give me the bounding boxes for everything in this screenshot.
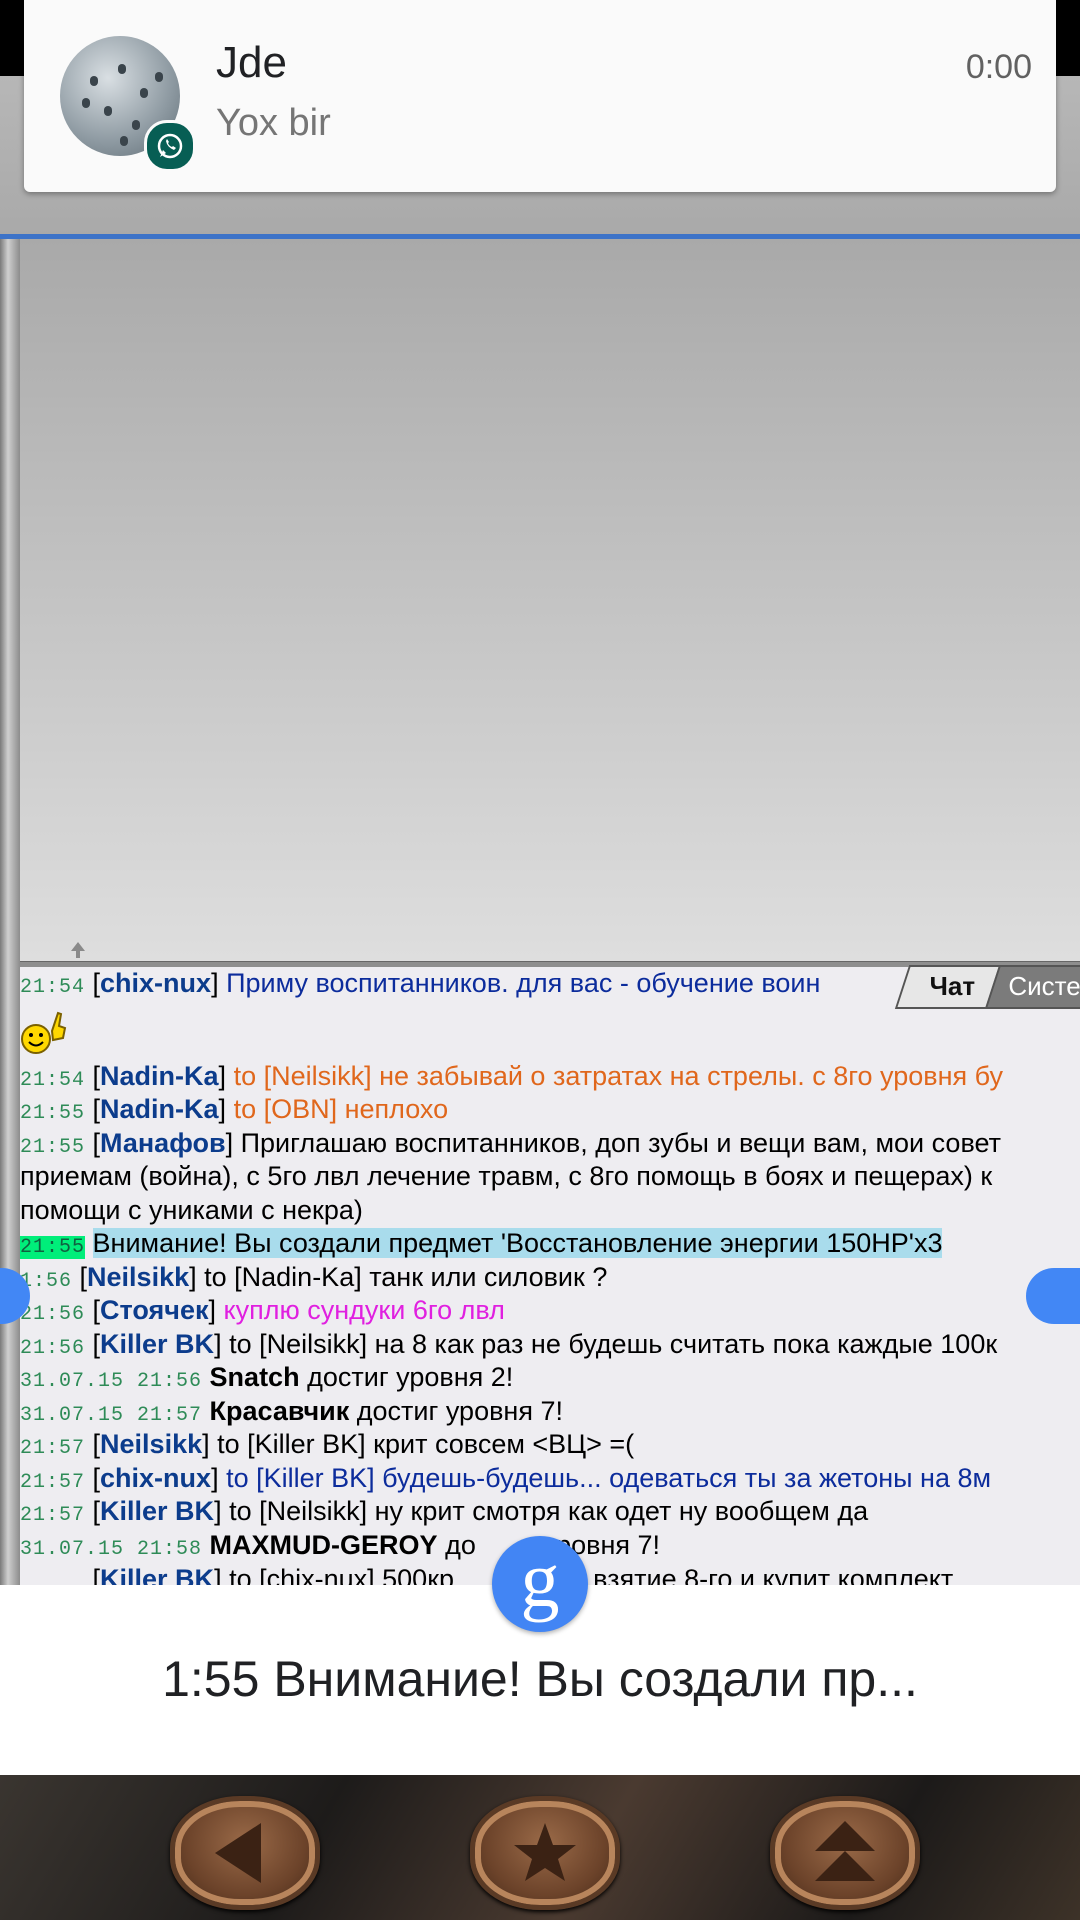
google-logo-letter: g — [520, 1536, 560, 1623]
smiley-icon — [20, 1009, 70, 1060]
message-text: Приму воспитанников. для вас - обучение … — [226, 968, 821, 998]
timestamp: 31.07.15 21:56 — [20, 1370, 203, 1393]
tab-chat-label: Чат — [929, 971, 976, 1001]
chat-line: 21:56 [Стоячек] куплю сундуки 6го лвл — [20, 1295, 505, 1326]
message-text: to [chix-nux] 500кр — [229, 1564, 455, 1585]
chat-log[interactable]: 21:54 [chix-nux] Приму воспитанников. дл… — [20, 967, 1080, 1585]
player-name: MAXMUD-GEROY — [209, 1530, 438, 1560]
tab-system-label: Систе — [1008, 971, 1080, 1001]
timestamp: 21:56 — [20, 1303, 86, 1326]
chat-line: 21:54 [Nadin-Ka] to [Neilsikk] не забыва… — [20, 1061, 1003, 1092]
nickname[interactable]: Killer BK — [100, 1496, 214, 1526]
notification-title: Jde — [216, 38, 287, 87]
chat-line-continuation: приемам (война), с 5го лвл лечение травм… — [20, 1160, 992, 1193]
game-map-area[interactable] — [20, 239, 1080, 961]
nickname[interactable]: Манафов — [100, 1128, 226, 1158]
message-text: куплю сундуки 6го лвл — [223, 1295, 505, 1325]
message-text: to [Neilsikk] не забывай о затратах на с… — [233, 1061, 1003, 1091]
chat-line: 21:57 [chix-nux] to [Killer BK] будешь-б… — [20, 1463, 992, 1494]
timestamp: 21:56 — [20, 1337, 86, 1360]
menu-button[interactable] — [770, 1796, 920, 1910]
chat-line: 1:56 [Neilsikk] to [Nadin-Ka] танк или с… — [20, 1262, 608, 1293]
timestamp: 21:57 — [20, 1504, 86, 1527]
nickname[interactable]: Neilsikk — [100, 1429, 202, 1459]
chat-line: 21:55 [Nadin-Ka] to [OBN] неплохо — [20, 1094, 449, 1125]
message-text: to [Neilsikk] ну крит смотря как одет ну… — [229, 1496, 869, 1526]
notification-time: 0:00 — [965, 48, 1032, 86]
message-text: to [Killer BK] крит совсем <ВЦ> =( — [217, 1429, 635, 1459]
left-frame — [0, 239, 20, 1585]
message-text: Внимание! Вы создали предмет 'Восстановл… — [92, 1228, 943, 1258]
system-message: 31.07.15 21:56 Snatch достиг уровня 2! — [20, 1361, 513, 1398]
chat-line-continuation: помощи с униками с некра) — [20, 1194, 363, 1227]
chat-line: 21:54 [chix-nux] Приму воспитанников. дл… — [20, 968, 821, 999]
tab-system[interactable]: Систе — [984, 965, 1080, 1009]
timestamp: 21:57 — [20, 1471, 86, 1494]
timestamp: 31.07.15 21:58 — [20, 1538, 203, 1561]
chat-line: 21:57 [Killer BK] to [Neilsikk] ну крит … — [20, 1496, 869, 1527]
system-message: 21:55 Внимание! Вы создали предмет 'Восс… — [20, 1227, 943, 1264]
nickname[interactable]: Neilsikk — [87, 1262, 189, 1292]
nickname[interactable]: Killer BK — [100, 1329, 214, 1359]
message-text: to [Killer BK] будешь-будешь... одеватьс… — [226, 1463, 992, 1493]
nickname[interactable]: Стоячек — [100, 1295, 208, 1325]
message-text: to [Nadin-Ka] танк или силовик ? — [204, 1262, 608, 1292]
message-text: достиг уровня 7! — [356, 1396, 563, 1426]
notification-text: Yox bir — [216, 102, 331, 144]
chat-line: 21:55 [Манафов] Приглашаю воспитанников,… — [20, 1128, 1001, 1159]
message-text: to [Neilsikk] на 8 как раз не будешь счи… — [229, 1329, 998, 1359]
nickname[interactable]: chix-nux — [100, 1463, 211, 1493]
message-text: приемам (война), с 5го лвл лечение травм… — [20, 1161, 993, 1191]
chat-line: 21:56 [Killer BK] to [Neilsikk] на 8 как… — [20, 1329, 998, 1360]
whatsapp-icon — [144, 120, 196, 172]
timestamp: 21:55 — [20, 1102, 86, 1125]
timestamp: 21:55 — [20, 1136, 86, 1159]
star-icon — [514, 1823, 576, 1881]
nickname[interactable]: chix-nux — [100, 968, 211, 998]
whatsapp-notification[interactable]: Jde Yox bir 0:00 — [24, 0, 1056, 192]
player-name: Красавчик — [209, 1396, 350, 1426]
chat-line: [Killer BK] to [chix-nux] 500кр лут за в… — [20, 1563, 954, 1585]
message-text: до — [445, 1530, 476, 1560]
timestamp: 21:57 — [20, 1437, 86, 1460]
system-message: 31.07.15 21:57 Красавчик достиг уровня 7… — [20, 1395, 563, 1432]
home-button[interactable] — [470, 1796, 620, 1910]
player-name: Snatch — [209, 1362, 300, 1392]
google-g-icon[interactable]: g — [492, 1536, 588, 1632]
selection-handle-right[interactable] — [1026, 1268, 1080, 1324]
nickname[interactable]: Nadin-Ka — [100, 1061, 219, 1091]
selected-text-preview[interactable]: 1:55 Внимание! Вы создали пр... — [0, 1650, 1080, 1708]
message-text: помощи с униками с некра) — [20, 1195, 363, 1225]
back-arrow-icon — [215, 1823, 261, 1883]
message-text: to [OBN] неплохо — [233, 1094, 449, 1124]
message-text: достиг уровня 2! — [307, 1362, 514, 1392]
timestamp: 21:55 — [20, 1236, 86, 1259]
message-text: Приглашаю воспитанников, доп зубы и вещи… — [240, 1128, 1001, 1158]
timestamp: 21:54 — [20, 976, 86, 999]
timestamp: 31.07.15 21:57 — [20, 1404, 203, 1427]
chat-line: 21:57 [Neilsikk] to [Killer BK] крит сов… — [20, 1429, 635, 1460]
timestamp: 21:54 — [20, 1069, 86, 1092]
back-button[interactable] — [170, 1796, 320, 1910]
nickname[interactable]: Killer BK — [100, 1564, 214, 1585]
double-up-arrow-icon — [815, 1821, 875, 1881]
nickname[interactable]: Nadin-Ka — [100, 1094, 219, 1124]
